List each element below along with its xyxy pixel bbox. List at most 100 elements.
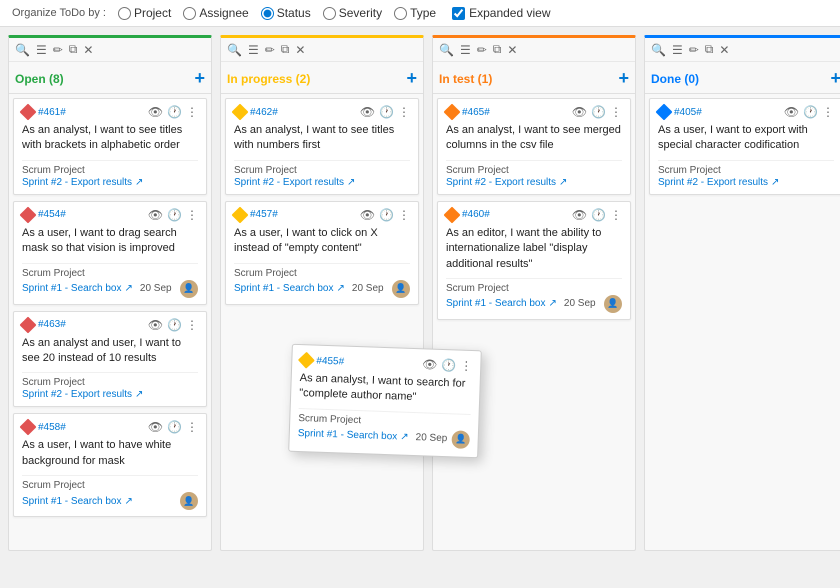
- sprint-link-icon[interactable]: ↗: [125, 283, 133, 294]
- radio-type[interactable]: Type: [394, 6, 436, 20]
- sprint-link-icon[interactable]: ↗: [549, 298, 557, 309]
- card-actions: 👁 🕐 ⋮: [360, 105, 410, 119]
- eye-icon[interactable]: 👁: [784, 105, 799, 119]
- floating-card[interactable]: #455# 👁 🕐 ⋮ As an analyst, I want to sea…: [288, 344, 482, 458]
- column-header-inprogress: In progress (2) +: [221, 62, 423, 94]
- eye-icon[interactable]: 👁: [148, 318, 163, 332]
- search-icon[interactable]: 🔍: [227, 43, 242, 57]
- edit-icon[interactable]: ✏: [477, 43, 487, 57]
- radio-severity[interactable]: Severity: [323, 6, 382, 20]
- clock-icon[interactable]: 🕐: [803, 105, 818, 119]
- eye-icon[interactable]: 👁: [572, 105, 587, 119]
- column-header-intest: In test (1) +: [433, 62, 635, 94]
- clock-icon[interactable]: 🕐: [591, 208, 606, 222]
- card-type-icon: [20, 206, 37, 223]
- clock-icon[interactable]: 🕐: [591, 105, 606, 119]
- more-icon[interactable]: ⋮: [186, 318, 198, 332]
- card-id: #460#: [462, 209, 568, 220]
- column-title-done: Done (0): [651, 72, 824, 86]
- eye-icon[interactable]: 👁: [360, 105, 375, 119]
- card-footer: Scrum Project Sprint #1 - Search box ↗ 2…: [234, 263, 410, 298]
- radio-status[interactable]: Status: [261, 6, 311, 20]
- add-card-done[interactable]: +: [830, 68, 840, 89]
- eye-icon[interactable]: 👁: [148, 420, 163, 434]
- add-card-inprogress[interactable]: +: [406, 68, 417, 89]
- more-icon[interactable]: ⋮: [822, 105, 834, 119]
- sprint-link-icon[interactable]: ↗: [559, 177, 567, 188]
- search-icon[interactable]: 🔍: [439, 43, 454, 57]
- sprint-link-icon[interactable]: ↗: [771, 177, 779, 188]
- card-462[interactable]: #462# 👁 🕐 ⋮ As an analyst, I want to see…: [225, 98, 419, 195]
- eye-icon[interactable]: 👁: [148, 208, 163, 222]
- column-open: 🔍 ☰ ✏ ⧉ ✕ Open (8) + #461# 👁 🕐 ⋮: [8, 35, 212, 551]
- clock-icon[interactable]: 🕐: [379, 208, 394, 222]
- copy-icon[interactable]: ⧉: [705, 42, 714, 57]
- close-icon[interactable]: ✕: [719, 43, 729, 57]
- more-icon[interactable]: ⋮: [186, 105, 198, 119]
- eye-icon[interactable]: 👁: [148, 105, 163, 119]
- more-icon[interactable]: ⋮: [398, 208, 410, 222]
- menu-icon[interactable]: ☰: [672, 43, 683, 57]
- card-465[interactable]: #465# 👁 🕐 ⋮ As an analyst, I want to see…: [437, 98, 631, 195]
- expanded-view-checkbox[interactable]: Expanded view: [452, 6, 550, 20]
- add-card-intest[interactable]: +: [618, 68, 629, 89]
- column-title-inprogress: In progress (2): [227, 72, 400, 86]
- clock-icon[interactable]: 🕐: [167, 208, 182, 222]
- cards-done: #405# 👁 🕐 ⋮ As a user, I want to export …: [645, 94, 840, 550]
- sprint-link-icon[interactable]: ↗: [400, 432, 409, 443]
- clock-icon[interactable]: 🕐: [379, 105, 394, 119]
- menu-icon[interactable]: ☰: [36, 43, 47, 57]
- more-icon[interactable]: ⋮: [610, 105, 622, 119]
- eye-icon[interactable]: 👁: [422, 357, 438, 372]
- edit-icon[interactable]: ✏: [689, 43, 699, 57]
- toolbar-label: Organize ToDo by :: [12, 7, 106, 19]
- card-actions: 👁 🕐 ⋮: [784, 105, 834, 119]
- card-460[interactable]: #460# 👁 🕐 ⋮ As an editor, I want the abi…: [437, 201, 631, 320]
- card-sprint: Sprint #2 - Export results ↗: [658, 177, 834, 188]
- add-card-open[interactable]: +: [194, 68, 205, 89]
- card-454[interactable]: #454# 👁 🕐 ⋮ As a user, I want to drag se…: [13, 201, 207, 305]
- more-icon[interactable]: ⋮: [186, 208, 198, 222]
- menu-icon[interactable]: ☰: [248, 43, 259, 57]
- edit-icon[interactable]: ✏: [53, 43, 63, 57]
- card-461[interactable]: #461# 👁 🕐 ⋮ As an analyst, I want to see…: [13, 98, 207, 195]
- card-405[interactable]: #405# 👁 🕐 ⋮ As a user, I want to export …: [649, 98, 840, 195]
- search-icon[interactable]: 🔍: [15, 43, 30, 57]
- col-search-bar-intest: 🔍 ☰ ✏ ⧉ ✕: [433, 38, 635, 62]
- radio-project[interactable]: Project: [118, 6, 171, 20]
- close-icon[interactable]: ✕: [295, 43, 305, 57]
- more-icon[interactable]: ⋮: [186, 420, 198, 434]
- sprint-link-icon[interactable]: ↗: [135, 177, 143, 188]
- card-date: 20 Sep: [352, 283, 384, 294]
- search-icon[interactable]: 🔍: [651, 43, 666, 57]
- clock-icon[interactable]: 🕐: [167, 105, 182, 119]
- close-icon[interactable]: ✕: [507, 43, 517, 57]
- card-id: #458#: [38, 422, 144, 433]
- clock-icon[interactable]: 🕐: [441, 358, 456, 373]
- copy-icon[interactable]: ⧉: [493, 42, 502, 57]
- eye-icon[interactable]: 👁: [572, 208, 587, 222]
- card-sprint: Sprint #2 - Export results ↗: [22, 177, 198, 188]
- close-icon[interactable]: ✕: [83, 43, 93, 57]
- card-463[interactable]: #463# 👁 🕐 ⋮ As an analyst and user, I wa…: [13, 311, 207, 408]
- radio-assignee[interactable]: Assignee: [183, 6, 248, 20]
- sprint-link-icon[interactable]: ↗: [125, 496, 133, 507]
- more-icon[interactable]: ⋮: [398, 105, 410, 119]
- sprint-link-icon[interactable]: ↗: [347, 177, 355, 188]
- card-type-icon: [20, 316, 37, 333]
- copy-icon[interactable]: ⧉: [69, 42, 78, 57]
- card-457[interactable]: #457# 👁 🕐 ⋮ As a user, I want to click o…: [225, 201, 419, 305]
- card-458[interactable]: #458# 👁 🕐 ⋮ As a user, I want to have wh…: [13, 413, 207, 517]
- menu-icon[interactable]: ☰: [460, 43, 471, 57]
- copy-icon[interactable]: ⧉: [281, 42, 290, 57]
- sprint-link-icon[interactable]: ↗: [337, 283, 345, 294]
- clock-icon[interactable]: 🕐: [167, 318, 182, 332]
- more-icon[interactable]: ⋮: [610, 208, 622, 222]
- board: 🔍 ☰ ✏ ⧉ ✕ Open (8) + #461# 👁 🕐 ⋮: [0, 27, 840, 559]
- more-icon[interactable]: ⋮: [460, 359, 472, 373]
- edit-icon[interactable]: ✏: [265, 43, 275, 57]
- clock-icon[interactable]: 🕐: [167, 420, 182, 434]
- card-footer: Scrum Project Sprint #2 - Export results…: [234, 160, 410, 188]
- sprint-link-icon[interactable]: ↗: [135, 389, 143, 400]
- eye-icon[interactable]: 👁: [360, 208, 375, 222]
